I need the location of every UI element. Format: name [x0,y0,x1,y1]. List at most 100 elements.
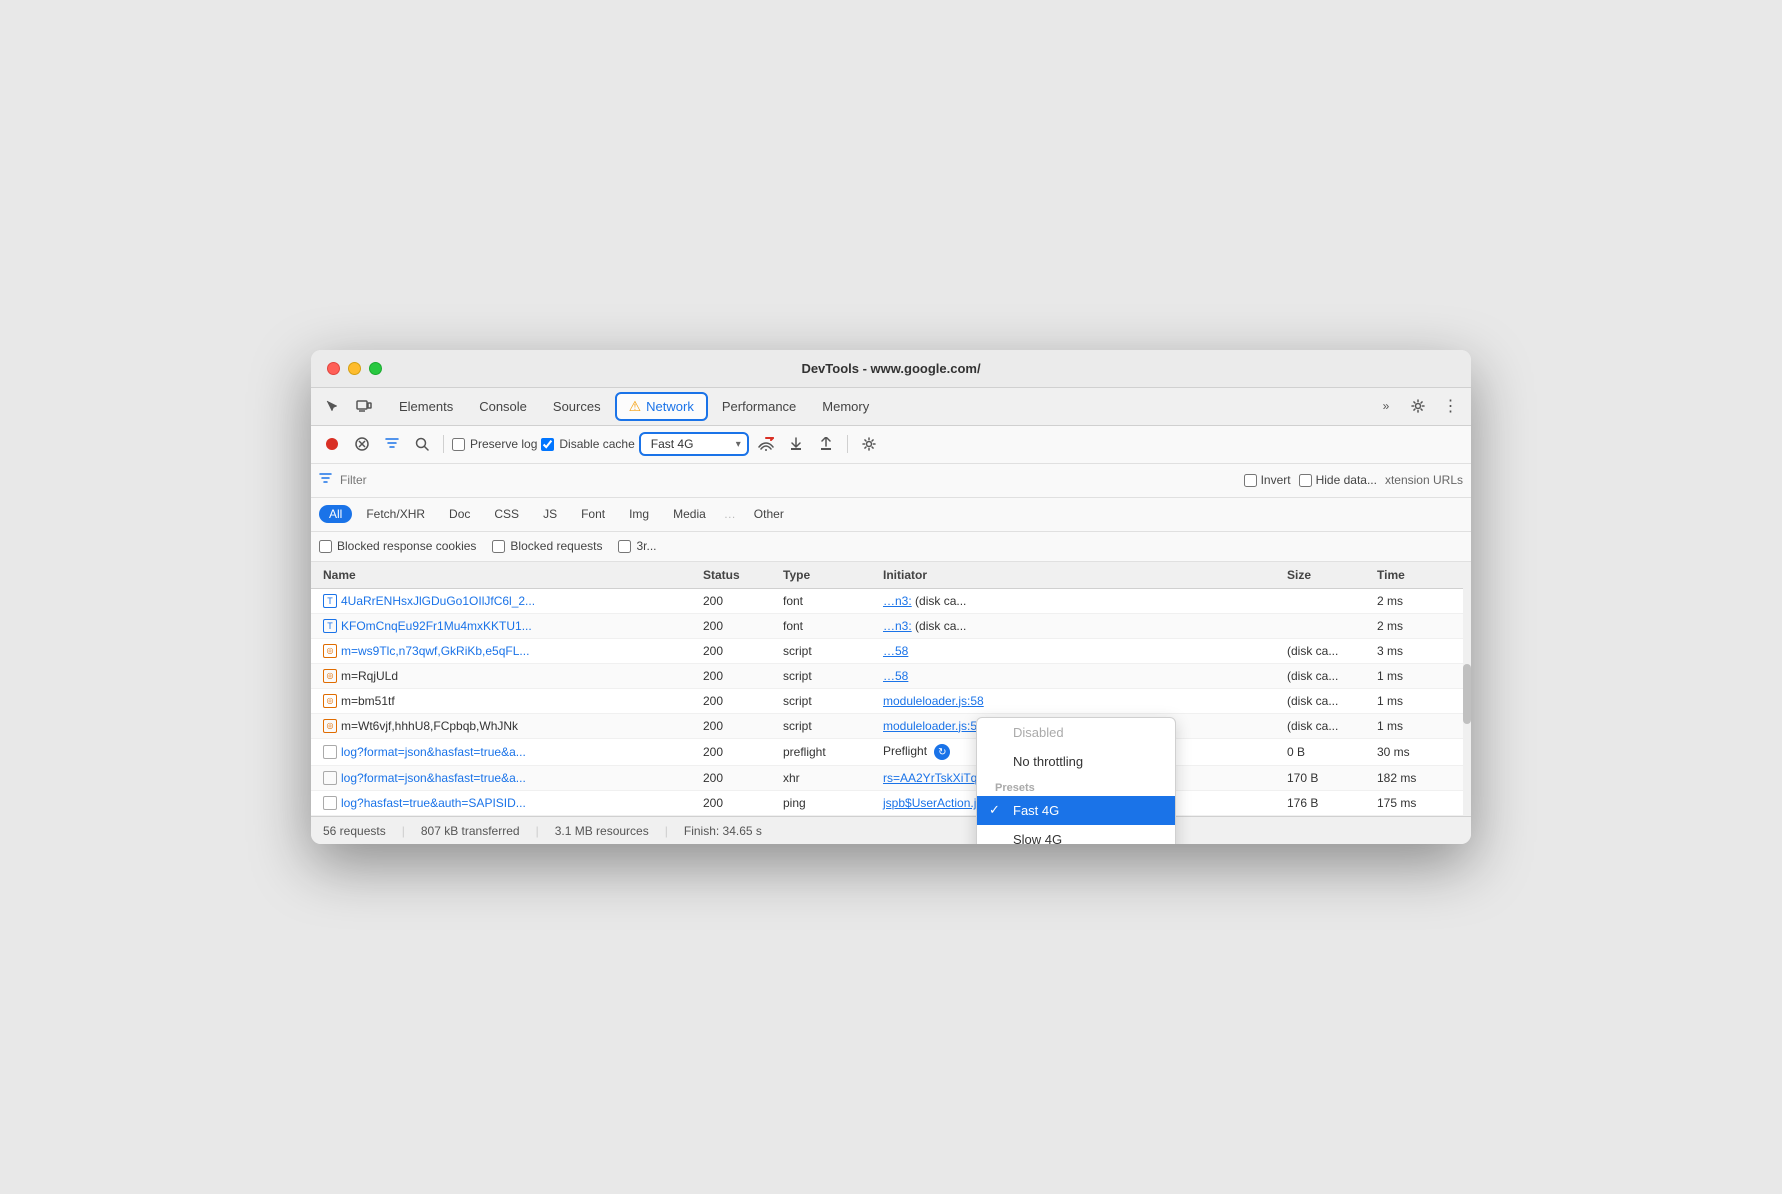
invert-checkbox[interactable] [1244,474,1257,487]
dropdown-header-presets: Presets [977,776,1175,796]
initiator-link[interactable]: …n3: [883,619,912,633]
table-row[interactable]: ◎ m=RqjULd 200 script …58 (disk ca... 1 … [311,664,1471,689]
blocked-requests-label[interactable]: Blocked requests [492,539,602,553]
initiator-link[interactable]: rs=AA2YrTskXiTqHl [883,771,989,785]
throttle-select[interactable]: Fast 4G No throttling Slow 4G 3G Offline [639,432,749,456]
preserve-log-checkbox-label[interactable]: Preserve log [452,437,537,451]
row-name-cell: ◎ m=RqjULd [319,667,699,685]
script-icon: ◎ [323,669,337,683]
import-icon[interactable] [783,431,809,457]
maximize-button[interactable] [369,362,382,375]
row-initiator: …58 [879,642,1283,660]
disable-cache-checkbox-label[interactable]: Disable cache [541,437,634,451]
dropdown-item-fast4g[interactable]: ✓ Fast 4G [977,796,1175,825]
table-row[interactable]: T KFOmCnqEu92Fr1Mu4mxKKTU1... 200 font …… [311,614,1471,639]
device-icon[interactable] [351,393,377,419]
blocked-cookies-label[interactable]: Blocked response cookies [319,539,476,553]
row-name-cell: log?hasfast=true&auth=SAPISID... [319,794,699,812]
type-filter-all[interactable]: All [319,505,352,523]
dropdown-item-no-throttling[interactable]: No throttling [977,747,1175,776]
filter-input[interactable] [340,473,1236,487]
preserve-log-checkbox[interactable] [452,438,465,451]
scrollbar-thumb[interactable] [1463,664,1471,724]
row-size: (disk ca... [1283,692,1373,710]
table-row[interactable]: ◎ m=Wt6vjf,hhhU8,FCpbqb,WhJNk 200 script… [311,714,1471,739]
tab-console[interactable]: Console [467,395,539,418]
hide-data-checkbox[interactable] [1299,474,1312,487]
row-name: m=RqjULd [341,669,398,683]
dropdown-item-slow4g[interactable]: Slow 4G [977,825,1175,845]
table-row[interactable]: log?format=json&hasfast=true&a... 200 xh… [311,766,1471,791]
row-time: 2 ms [1373,617,1463,635]
table-row[interactable]: log?format=json&hasfast=true&a... 200 pr… [311,739,1471,767]
row-status: 200 [699,692,779,710]
network-conditions-icon[interactable] [753,431,779,457]
tab-elements[interactable]: Elements [387,395,465,418]
network-settings-icon[interactable] [856,431,882,457]
blocked-third-label[interactable]: 3r... [618,539,656,553]
type-filter-css[interactable]: CSS [484,505,529,523]
row-name-cell: T 4UaRrENHsxJlGDuGo1OIlJfC6l_2... [319,592,699,610]
record-stop-button[interactable] [319,431,345,457]
table-row[interactable]: log?hasfast=true&auth=SAPISID... 200 pin… [311,791,1471,816]
more-options-icon[interactable]: ⋮ [1437,393,1463,419]
search-icon[interactable] [409,431,435,457]
initiator-link[interactable]: moduleloader.js:58 [883,694,984,708]
row-type: script [779,717,879,735]
row-time: 175 ms [1373,794,1463,812]
row-size: (disk ca... [1283,717,1373,735]
type-filter-fetch-xhr[interactable]: Fetch/XHR [356,505,435,523]
header-name: Name [319,566,699,584]
more-tabs-icon[interactable]: » [1373,393,1399,419]
blocked-cookies-checkbox[interactable] [319,540,332,553]
tab-network[interactable]: ⚠ Network [615,392,708,421]
initiator-link[interactable]: …58 [883,644,908,658]
type-filter-img[interactable]: Img [619,505,659,523]
tab-performance[interactable]: Performance [710,395,808,418]
type-filter-media[interactable]: Media [663,505,716,523]
filter-toggle-icon[interactable] [379,431,405,457]
minimize-button[interactable] [348,362,361,375]
table-row[interactable]: T 4UaRrENHsxJlGDuGo1OIlJfC6l_2... 200 fo… [311,589,1471,614]
table-row[interactable]: ◎ m=bm51tf 200 script moduleloader.js:58… [311,689,1471,714]
disable-cache-checkbox[interactable] [541,438,554,451]
blocked-requests-checkbox[interactable] [492,540,505,553]
type-filter-font[interactable]: Font [571,505,615,523]
resources-size: 3.1 MB resources [555,824,649,838]
dropdown-item-disabled[interactable]: Disabled [977,718,1175,747]
tab-sources[interactable]: Sources [541,395,613,418]
cursor-icon[interactable] [319,393,345,419]
table-body: T 4UaRrENHsxJlGDuGo1OIlJfC6l_2... 200 fo… [311,589,1471,817]
row-name-cell: ◎ m=bm51tf [319,692,699,710]
table-header: Name Status Type Initiator Size Time [311,562,1471,589]
throttle-select-wrapper: Fast 4G No throttling Slow 4G 3G Offline… [639,432,749,456]
row-status: 200 [699,592,779,610]
clear-button[interactable] [349,431,375,457]
row-name: log?format=json&hasfast=true&a... [341,745,526,759]
hide-data-checkbox-label[interactable]: Hide data... [1299,473,1377,487]
row-name-cell: ◎ m=Wt6vjf,hhhU8,FCpbqb,WhJNk [319,717,699,735]
blocked-third-checkbox[interactable] [618,540,631,553]
toolbar-divider-2 [847,435,848,453]
header-type: Type [779,566,879,584]
font-icon: T [323,594,337,608]
row-name-cell: log?format=json&hasfast=true&a... [319,743,699,761]
initiator-link[interactable]: jspb$UserAction.js: [883,796,986,810]
invert-checkbox-label[interactable]: Invert [1244,473,1291,487]
tab-memory[interactable]: Memory [810,395,881,418]
type-filter-js[interactable]: JS [533,505,567,523]
row-type: script [779,667,879,685]
type-filter-doc[interactable]: Doc [439,505,480,523]
ping-box-icon [323,796,337,810]
close-button[interactable] [327,362,340,375]
initiator-link[interactable]: …58 [883,669,908,683]
type-filter-other[interactable]: Other [744,505,794,523]
table-row[interactable]: ◎ m=ws9Tlc,n73qwf,GkRiKb,e5qFL... 200 sc… [311,639,1471,664]
export-icon[interactable] [813,431,839,457]
initiator-link[interactable]: …n3: [883,594,912,608]
initiator-link[interactable]: moduleloader.js:58 [883,719,984,733]
settings-gear-icon[interactable] [1405,393,1431,419]
throttle-dropdown: Disabled No throttling Presets ✓ Fast 4G… [976,717,1176,845]
row-type: font [779,617,879,635]
preflight-badge-icon: ↻ [934,744,950,760]
